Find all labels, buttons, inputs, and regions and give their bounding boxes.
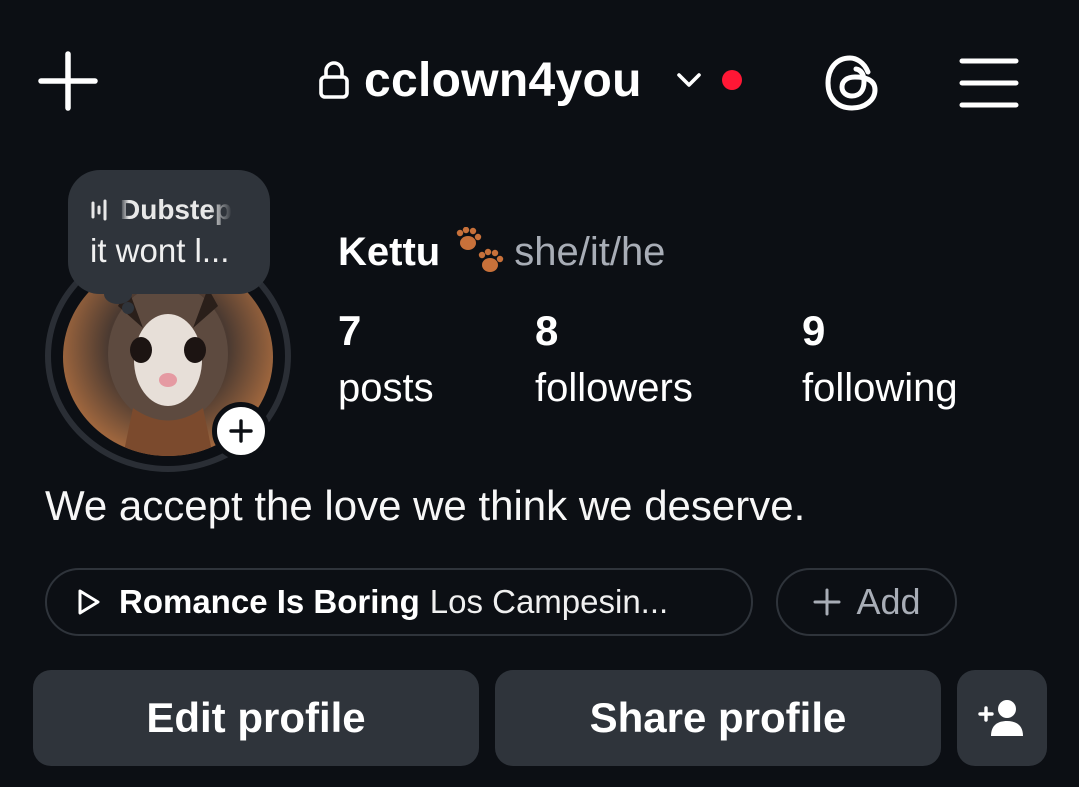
- pronouns: she/it/he: [514, 229, 666, 274]
- play-icon: [78, 589, 100, 615]
- lock-icon: [318, 56, 352, 104]
- add-link-button[interactable]: Add: [776, 568, 957, 636]
- account-switcher[interactable]: cclown4you: [318, 50, 742, 110]
- chevron-down-icon: [676, 73, 701, 87]
- share-profile-button[interactable]: Share profile: [495, 670, 941, 766]
- stat-followers[interactable]: 8 followers: [535, 307, 693, 411]
- hamburger-menu-icon: [959, 58, 1019, 108]
- audio-bars-icon: [91, 199, 107, 221]
- followers-label: followers: [535, 366, 693, 410]
- note-text: it wont l...: [90, 232, 230, 269]
- edit-profile-button[interactable]: Edit profile: [33, 670, 479, 766]
- display-name: Kettu: [338, 229, 441, 274]
- paw-prints-icon: [457, 227, 504, 272]
- edit-profile-label: Edit profile: [146, 694, 366, 741]
- posts-label: posts: [338, 366, 434, 410]
- song-artist: Los Campesin...: [429, 583, 669, 620]
- menu-button[interactable]: [952, 48, 1026, 118]
- stat-posts[interactable]: 7 posts: [338, 307, 434, 411]
- threads-icon: [825, 55, 878, 111]
- create-button[interactable]: [30, 46, 106, 116]
- posts-count: 7: [338, 307, 362, 354]
- threads-button[interactable]: [818, 48, 888, 118]
- plus-icon: [229, 419, 253, 443]
- song-title: Romance Is Boring: [119, 583, 420, 620]
- discover-people-button[interactable]: [957, 670, 1047, 766]
- username: cclown4you: [364, 53, 642, 107]
- add-person-icon: [978, 700, 1023, 736]
- note-bubble[interactable]: Dubstep it wont l...: [68, 170, 270, 294]
- add-label: Add: [856, 581, 921, 622]
- notification-dot: [721, 70, 742, 90]
- note-tail: [122, 302, 134, 314]
- add-story-button[interactable]: [212, 402, 270, 460]
- note-music-title: Dubstep: [120, 194, 232, 225]
- plus-icon: [813, 588, 841, 616]
- following-count: 9: [802, 307, 826, 354]
- plus-icon: [38, 51, 98, 111]
- name-row: Kettu she/it/he: [338, 222, 665, 282]
- bio: We accept the love we think we deserve.: [45, 482, 806, 529]
- stat-following[interactable]: 9 following: [802, 307, 958, 411]
- following-label: following: [802, 366, 958, 410]
- followers-count: 8: [535, 307, 559, 354]
- profile-music-pill[interactable]: Romance Is Boring Los Campesin...: [45, 568, 753, 636]
- share-profile-label: Share profile: [589, 694, 847, 741]
